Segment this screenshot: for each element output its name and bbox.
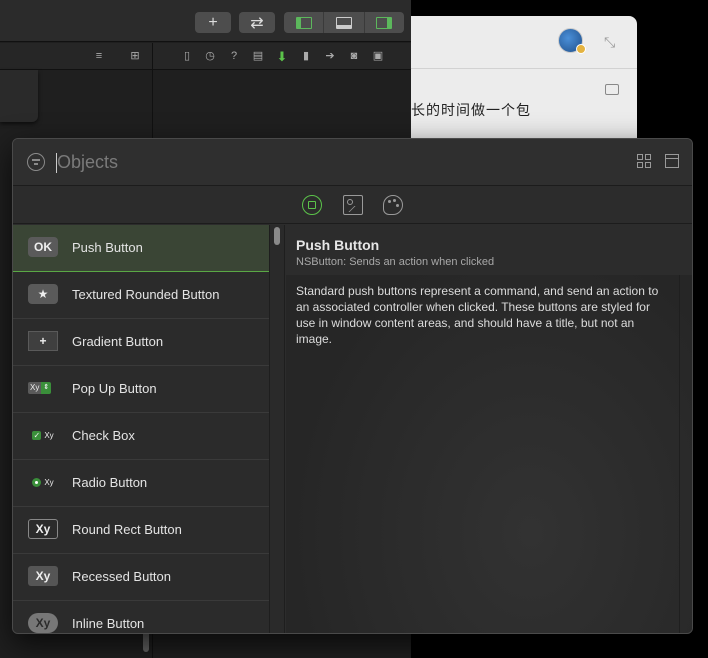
list-item-label: Radio Button xyxy=(72,475,148,490)
detail-title: Push Button xyxy=(296,237,380,253)
lines-icon[interactable]: ≡ xyxy=(93,50,105,63)
checkbox-icon: ✓ Xy xyxy=(32,430,54,440)
round-rect-icon: Xy xyxy=(28,519,58,539)
divider xyxy=(411,68,637,69)
debug-area-toggle-button[interactable] xyxy=(323,12,363,33)
detail-header: Push Button NSButton: Sends an action wh… xyxy=(286,225,692,275)
library-search-bar xyxy=(13,139,692,186)
list-item-label: Recessed Button xyxy=(72,569,172,584)
list-item-gradient-button[interactable]: + Gradient Button xyxy=(13,319,269,366)
window-toolbar: + ⇄ xyxy=(0,0,411,42)
attributes-inspector-icon[interactable]: ⬇ xyxy=(276,50,288,63)
panel-toggle-group xyxy=(284,12,404,33)
list-item-label: Pop Up Button xyxy=(72,381,157,396)
filter-icon[interactable] xyxy=(27,153,45,171)
objects-category-icon[interactable] xyxy=(302,195,322,215)
list-item-label: Check Box xyxy=(72,428,135,443)
push-button-icon: OK xyxy=(28,237,58,257)
list-item-pop-up-button[interactable]: Xy ⇕ Pop Up Button xyxy=(13,366,269,413)
background-app-window: ⤡ 长的时间做一个包 xyxy=(411,16,637,146)
file-inspector-icon[interactable]: ▯ xyxy=(181,50,193,63)
detail-description: Standard push buttons represent a comman… xyxy=(296,284,659,346)
radio-button-icon: Xy xyxy=(28,472,58,492)
left-panel-icon xyxy=(295,16,312,29)
identity-inspector-icon[interactable]: ▤ xyxy=(252,50,264,63)
colors-category-icon[interactable] xyxy=(383,195,403,215)
list-item-label: Inline Button xyxy=(72,616,145,631)
search-input[interactable] xyxy=(57,149,557,175)
list-item-textured-rounded-button[interactable]: ★ Textured Rounded Button xyxy=(13,272,269,319)
inline-button-icon: Xy xyxy=(28,613,58,633)
objects-list: OK Push Button ★ Textured Rounded Button… xyxy=(13,225,269,633)
scrollbar-thumb[interactable] xyxy=(274,227,280,245)
list-item-label: Gradient Button xyxy=(72,334,164,349)
library-add-button[interactable]: + xyxy=(195,12,231,33)
list-item-round-rect-button[interactable]: Xy Round Rect Button xyxy=(13,507,269,554)
size-inspector-icon[interactable]: ▮ xyxy=(300,50,312,63)
list-item-check-box[interactable]: ✓ Xy Check Box xyxy=(13,413,269,460)
plus-icon: + xyxy=(28,331,58,351)
list-item-label: Push Button xyxy=(72,240,143,255)
list-item-radio-button[interactable]: Xy Radio Button xyxy=(13,460,269,507)
inspector-toggle-button[interactable] xyxy=(363,12,404,33)
navigator-toggle-button[interactable] xyxy=(284,12,323,33)
library-category-bar xyxy=(13,187,692,224)
list-item-label: Textured Rounded Button xyxy=(72,287,220,302)
note-add-icon[interactable] xyxy=(605,84,619,95)
grid-view-icon[interactable] xyxy=(637,154,651,168)
star-icon: ★ xyxy=(28,284,58,304)
effects-inspector-icon[interactable]: ▣ xyxy=(372,50,384,63)
bindings-inspector-icon[interactable]: ◙ xyxy=(348,50,360,63)
history-inspector-icon[interactable]: ◷ xyxy=(204,50,216,63)
list-view-icon[interactable] xyxy=(665,154,679,168)
media-category-icon[interactable] xyxy=(343,195,363,215)
code-review-button[interactable]: ⇄ xyxy=(239,12,275,33)
right-panel-icon xyxy=(376,16,393,29)
collapse-icon[interactable]: ⤡ xyxy=(604,34,615,51)
connections-inspector-icon[interactable]: ➔ xyxy=(324,50,336,63)
bottom-panel-icon xyxy=(335,16,352,29)
detail-pane: Push Button NSButton: Sends an action wh… xyxy=(286,225,692,633)
object-library-popover: OK Push Button ★ Textured Rounded Button… xyxy=(12,138,693,634)
list-scrollbar[interactable] xyxy=(269,225,285,633)
help-inspector-icon[interactable]: ? xyxy=(228,50,240,63)
list-item-inline-button[interactable]: Xy Inline Button xyxy=(13,601,269,633)
canvas-element xyxy=(0,70,38,122)
popup-button-icon: Xy ⇕ xyxy=(28,378,58,398)
partial-text: 长的时间做一个包 xyxy=(411,103,531,119)
avatar-badge-icon xyxy=(576,44,586,54)
list-item-recessed-button[interactable]: Xy Recessed Button xyxy=(13,554,269,601)
list-item-label: Round Rect Button xyxy=(72,522,182,537)
recessed-button-icon: Xy xyxy=(28,566,58,586)
detail-divider xyxy=(679,275,680,633)
list-item-push-button[interactable]: OK Push Button xyxy=(13,225,269,272)
detail-subtitle: NSButton: Sends an action when clicked xyxy=(296,256,495,268)
add-editor-icon[interactable]: ⊞ xyxy=(129,50,141,63)
